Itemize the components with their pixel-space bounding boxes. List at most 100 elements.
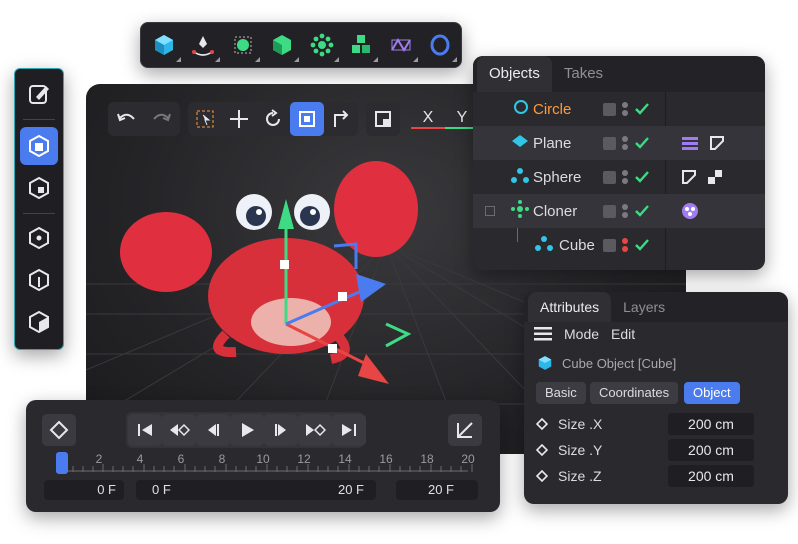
go-to-start-button[interactable]: [128, 414, 162, 446]
tag-layers-icon[interactable]: [681, 135, 699, 151]
go-to-end-button[interactable]: [332, 414, 366, 446]
select-tool-icon[interactable]: [188, 102, 222, 136]
object-title: Cube Object [Cube]: [562, 355, 677, 371]
edit-flag[interactable]: [603, 170, 616, 184]
check-icon[interactable]: [634, 204, 650, 218]
object-row-sphere[interactable]: Sphere: [473, 160, 765, 194]
points-mode-button[interactable]: [20, 219, 58, 257]
cube-primitive-button[interactable]: [145, 26, 183, 64]
check-icon[interactable]: [634, 170, 650, 184]
cloner-icon: [310, 33, 334, 57]
keyframe-diamond-icon[interactable]: [536, 444, 548, 456]
object-header: Cube Object [Cube]: [536, 354, 676, 372]
tag-material-icon[interactable]: [707, 169, 723, 185]
subtab-object[interactable]: Object: [684, 382, 740, 404]
tab-attributes[interactable]: Attributes: [528, 292, 612, 322]
tick-label: 20: [461, 452, 475, 466]
edit-flag[interactable]: [603, 136, 616, 150]
size-y-field[interactable]: 200 cm: [668, 439, 754, 461]
tag-display-icon[interactable]: [681, 169, 697, 185]
subtab-coordinates[interactable]: Coordinates: [590, 382, 679, 404]
tag-display-icon[interactable]: [709, 135, 725, 151]
prev-key-button[interactable]: [162, 414, 196, 446]
subtab-basic[interactable]: Basic: [536, 382, 586, 404]
menu-mode[interactable]: Mode: [564, 326, 599, 342]
skip-start-icon: [138, 424, 152, 436]
snap-tool-icon[interactable]: [366, 102, 400, 136]
range-slider[interactable]: 0 F 20 F: [136, 480, 376, 500]
object-row-circle[interactable]: Circle: [473, 92, 765, 126]
object-toolbar: [140, 22, 462, 68]
move-tool-icon[interactable]: [222, 102, 256, 136]
texture-mode-button[interactable]: [20, 169, 58, 207]
rotate-tool-icon[interactable]: [256, 102, 290, 136]
axis-x-toggle[interactable]: X: [411, 109, 445, 129]
field-button[interactable]: [343, 26, 381, 64]
object-name: Plane: [533, 134, 572, 152]
spline-button[interactable]: [382, 26, 420, 64]
end-frame-field[interactable]: 20 F: [396, 480, 478, 500]
ring-icon: [430, 34, 450, 56]
edit-mode-button[interactable]: [20, 75, 58, 113]
step-forward-icon: [275, 424, 286, 436]
generator-button[interactable]: [224, 26, 262, 64]
visibility-dots[interactable]: [622, 170, 628, 184]
edges-mode-button[interactable]: [20, 261, 58, 299]
hamburger-icon[interactable]: [534, 327, 552, 341]
object-row-plane[interactable]: Plane: [473, 126, 765, 160]
polygons-icon: [29, 310, 49, 334]
next-frame-button[interactable]: [264, 414, 298, 446]
undo-icon[interactable]: [110, 111, 144, 127]
tick-label: 6: [177, 452, 185, 466]
visibility-dots[interactable]: [622, 238, 628, 252]
size-z-field[interactable]: 200 cm: [668, 465, 754, 487]
check-icon[interactable]: [634, 102, 650, 116]
object-tags: [681, 202, 699, 220]
object-row-cube[interactable]: Cube: [473, 228, 765, 262]
tick-label: 18: [420, 452, 434, 466]
edit-flag[interactable]: [603, 102, 616, 116]
check-icon[interactable]: [634, 136, 650, 150]
scale-tool-icon[interactable]: [290, 102, 324, 136]
playhead[interactable]: [56, 452, 68, 474]
next-key-button[interactable]: [298, 414, 332, 446]
property-size-z: Size .Z 200 cm: [536, 464, 776, 488]
object-name: Sphere: [533, 168, 582, 186]
pen-spline-button[interactable]: [185, 26, 223, 64]
tag-effector-icon[interactable]: [681, 202, 699, 220]
size-x-field[interactable]: 200 cm: [668, 413, 754, 435]
divider: [23, 119, 55, 120]
camera-button[interactable]: [422, 26, 460, 64]
edit-flag[interactable]: [603, 238, 616, 252]
tab-objects[interactable]: Objects: [477, 56, 552, 92]
visibility-dots[interactable]: [622, 204, 628, 218]
object-flags: [603, 170, 650, 184]
keyframe-diamond-icon[interactable]: [536, 418, 548, 430]
menu-edit[interactable]: Edit: [611, 326, 635, 342]
collapse-icon[interactable]: [485, 206, 495, 216]
polygons-mode-button[interactable]: [20, 303, 58, 341]
property-label: Size .X: [558, 416, 603, 432]
edit-flag[interactable]: [603, 204, 616, 218]
objects-manager: Objects Takes Circle Plane Sphere Cloner: [473, 56, 765, 270]
object-row-cloner[interactable]: Cloner: [473, 194, 765, 228]
object-mode-button[interactable]: [20, 127, 58, 165]
redo-icon[interactable]: [144, 111, 178, 127]
generator-icon: [234, 36, 252, 54]
undo-redo-group: [108, 102, 180, 136]
keyframe-button[interactable]: [42, 414, 76, 446]
check-icon[interactable]: [634, 238, 650, 252]
tab-takes[interactable]: Takes: [552, 56, 615, 92]
visibility-dots[interactable]: [622, 102, 628, 116]
transform-tool-icon[interactable]: [324, 102, 358, 136]
play-button[interactable]: [230, 414, 264, 446]
tab-layers[interactable]: Layers: [611, 292, 677, 322]
deformer-button[interactable]: [264, 26, 302, 64]
pen-icon: [192, 36, 215, 56]
current-frame-field[interactable]: 0 F: [44, 480, 124, 500]
keyframe-diamond-icon[interactable]: [536, 470, 548, 482]
prev-frame-button[interactable]: [196, 414, 230, 446]
fcurve-button[interactable]: [448, 414, 482, 446]
mograph-button[interactable]: [303, 26, 341, 64]
visibility-dots[interactable]: [622, 136, 628, 150]
